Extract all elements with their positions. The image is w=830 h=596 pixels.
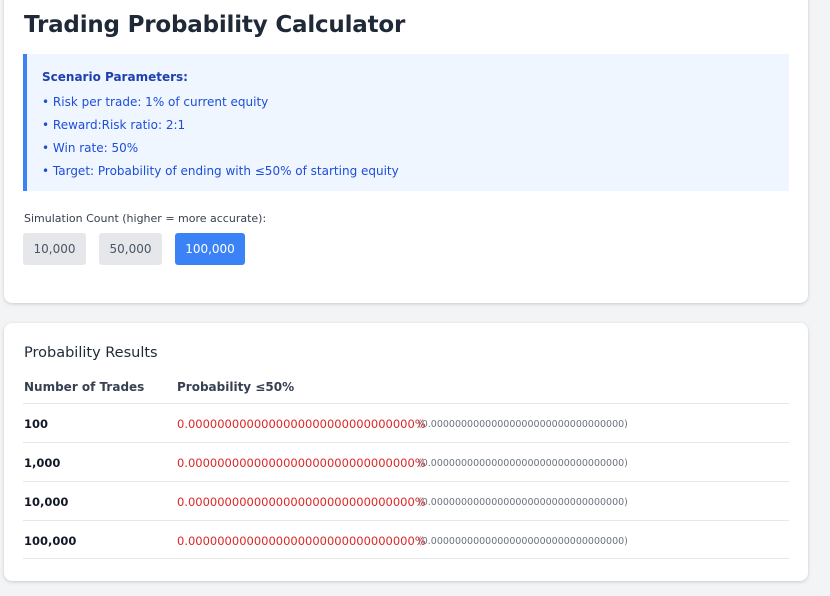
simulation-50000-button[interactable]: 50,000 — [99, 233, 162, 265]
simulation-100000-button[interactable]: 100,000 — [175, 233, 245, 265]
results-title: Probability Results — [24, 345, 158, 361]
column-header-probability: Probability ≤50% — [177, 380, 295, 394]
simulation-10000-button[interactable]: 10,000 — [23, 233, 86, 265]
page-title: Trading Probability Calculator — [24, 12, 406, 38]
table-row: 10,000 0.0000000000000000000000000000000… — [23, 481, 789, 520]
raw-probability-cell: (0.00000000000000000000000000000000) — [418, 458, 628, 469]
probability-cell: 0.0000000000000000000000000000000% — [177, 495, 426, 509]
probability-cell: 0.0000000000000000000000000000000% — [177, 417, 426, 431]
scenario-item-risk: • Risk per trade: 1% of current equity — [42, 95, 269, 109]
trades-cell: 10,000 — [24, 495, 69, 509]
table-row: 100,000 0.000000000000000000000000000000… — [23, 520, 789, 559]
scenario-list: • Risk per trade: 1% of current equity •… — [42, 94, 399, 186]
table-row: 100 0.0000000000000000000000000000000% (… — [23, 403, 789, 442]
trades-cell: 1,000 — [24, 456, 61, 470]
scenario-item-reward-ratio: • Reward:Risk ratio: 2:1 — [42, 118, 186, 132]
probability-cell: 0.0000000000000000000000000000000% — [177, 456, 426, 470]
table-row: 1,000 0.0000000000000000000000000000000%… — [23, 442, 789, 481]
results-card: Probability Results Number of Trades Pro… — [4, 323, 808, 581]
raw-probability-cell: (0.00000000000000000000000000000000) — [418, 536, 628, 547]
simulation-count-label: Simulation Count (higher = more accurate… — [24, 212, 267, 225]
trades-cell: 100,000 — [24, 534, 77, 548]
raw-probability-cell: (0.00000000000000000000000000000000) — [418, 419, 628, 430]
column-header-trades: Number of Trades — [24, 380, 145, 394]
scenario-item-target: • Target: Probability of ending with ≤50… — [42, 164, 399, 178]
trades-cell: 100 — [24, 417, 49, 431]
scenario-item-win-rate: • Win rate: 50% — [42, 141, 139, 155]
scenario-panel: Scenario Parameters: • Risk per trade: 1… — [23, 54, 789, 191]
probability-cell: 0.0000000000000000000000000000000% — [177, 534, 426, 548]
scenario-title: Scenario Parameters: — [42, 70, 188, 84]
calculator-card: Trading Probability Calculator Scenario … — [4, 0, 808, 303]
raw-probability-cell: (0.00000000000000000000000000000000) — [418, 497, 628, 508]
